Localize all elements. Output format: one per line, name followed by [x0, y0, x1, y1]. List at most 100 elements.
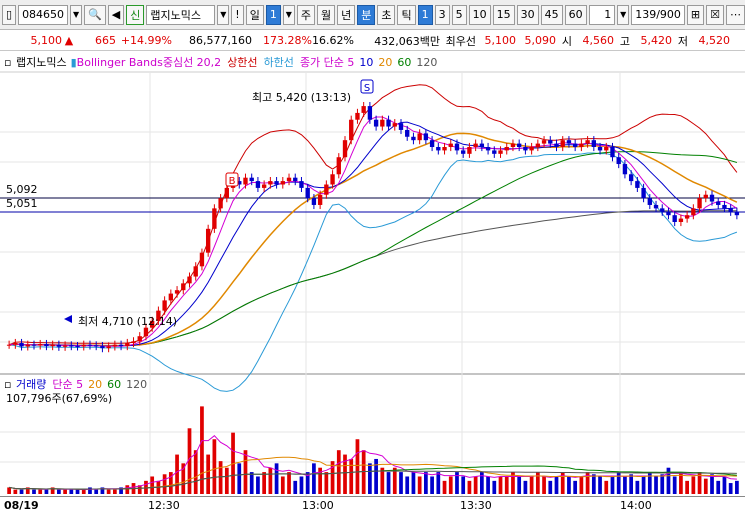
candle-body [311, 198, 317, 205]
volume-bar [691, 476, 696, 494]
candle-body [174, 290, 180, 294]
candle-body [218, 198, 223, 209]
candle-body [541, 140, 547, 144]
volume-bar [442, 480, 447, 494]
candle-body [579, 143, 584, 147]
candle-body [181, 283, 186, 291]
volume-bar [237, 463, 242, 494]
candle-body [734, 211, 740, 216]
volume-bar [629, 474, 634, 494]
volume-bar [386, 472, 391, 494]
candle-body [467, 147, 472, 154]
candle-body [44, 344, 49, 347]
candle-body [112, 344, 118, 347]
volume-bar [660, 474, 665, 494]
candle-body [100, 346, 105, 349]
candle-body [336, 157, 341, 175]
candle-body [473, 143, 478, 147]
vol-legend-box-icon: ▫ [4, 377, 12, 391]
bb-upper-line [8, 84, 738, 346]
volume-bar [355, 439, 360, 494]
volume-value-label: 107,796주(67,69%) [6, 392, 113, 405]
buy-marker: B [229, 176, 236, 187]
candle-body [597, 147, 603, 151]
volume-bar [361, 450, 366, 494]
candle-body [622, 164, 628, 175]
candle-body [548, 140, 553, 144]
candle-body [722, 204, 727, 209]
volume-bar [69, 489, 74, 494]
candle-body [25, 344, 30, 347]
volume-bar [200, 406, 204, 494]
candle-body [641, 187, 646, 199]
vol-ma60-line [9, 465, 737, 490]
axis-time-1300: 13:00 [302, 499, 334, 512]
candle-body [193, 266, 198, 277]
candle-body [367, 106, 373, 120]
volume-bar [299, 476, 304, 494]
volume-bar [243, 450, 248, 494]
candle-body [342, 140, 348, 158]
candle-body [703, 194, 708, 199]
volume-bar [523, 480, 528, 494]
volume-bar [75, 489, 80, 494]
candle-body [168, 293, 174, 301]
volume-bar [492, 480, 497, 494]
volume-bar [38, 489, 43, 494]
volume-bar [448, 476, 453, 494]
level-label-2: 5,051 [6, 197, 38, 210]
volume-bar [635, 480, 640, 494]
candle-body [492, 150, 497, 154]
volume-bar [249, 472, 254, 494]
candle-body [529, 147, 534, 151]
volume-bar [436, 472, 441, 494]
volume-bar [94, 489, 99, 494]
candle-body [361, 106, 366, 113]
volume-bar [529, 476, 534, 494]
volume-bar [312, 463, 316, 494]
vol-legend-ma60: 60 [107, 377, 122, 391]
candle-body [31, 344, 37, 346]
candle-body [560, 140, 565, 147]
volume-bar [274, 463, 279, 494]
candle-body [411, 136, 416, 141]
volume-bar [218, 461, 223, 494]
candle-body [305, 187, 310, 199]
high-annotation: 최고 5,420 (13:13) [252, 91, 352, 104]
candle-body [684, 215, 690, 219]
volume-bar [417, 476, 422, 494]
candle-body [19, 343, 24, 347]
axis-time-1330: 13:30 [460, 499, 492, 512]
candle-body [591, 140, 596, 147]
volume-bar [573, 480, 578, 494]
volume-bar [641, 476, 646, 494]
candle-body [274, 181, 279, 185]
volume-bar [685, 480, 689, 494]
volume-bar [728, 483, 733, 494]
candle-body [255, 181, 261, 188]
price-chart[interactable]: BS [0, 0, 745, 513]
volume-bar [44, 489, 49, 494]
candle-body [405, 129, 410, 137]
candle-body [87, 344, 93, 346]
volume-bar [517, 476, 522, 494]
candle-body [691, 208, 696, 216]
candle-body [69, 345, 74, 347]
candle-body [373, 119, 379, 127]
volume-bar [349, 458, 354, 494]
candle-body [6, 344, 12, 346]
candle-body [38, 344, 43, 346]
candle-body [585, 140, 590, 144]
axis-time-1230: 12:30 [148, 499, 180, 512]
bb-lower-line [9, 152, 738, 392]
volume-bar [411, 472, 416, 494]
candle-body [286, 177, 292, 182]
volume-bar [722, 476, 727, 494]
candle-body [205, 228, 211, 253]
candle-body [106, 346, 111, 349]
candle-body [131, 341, 136, 344]
sell-marker: S [364, 83, 370, 94]
level-label-1: 5,092 [6, 183, 38, 196]
volume-bar [57, 489, 61, 494]
vol-legend-ma120: 120 [126, 377, 148, 391]
